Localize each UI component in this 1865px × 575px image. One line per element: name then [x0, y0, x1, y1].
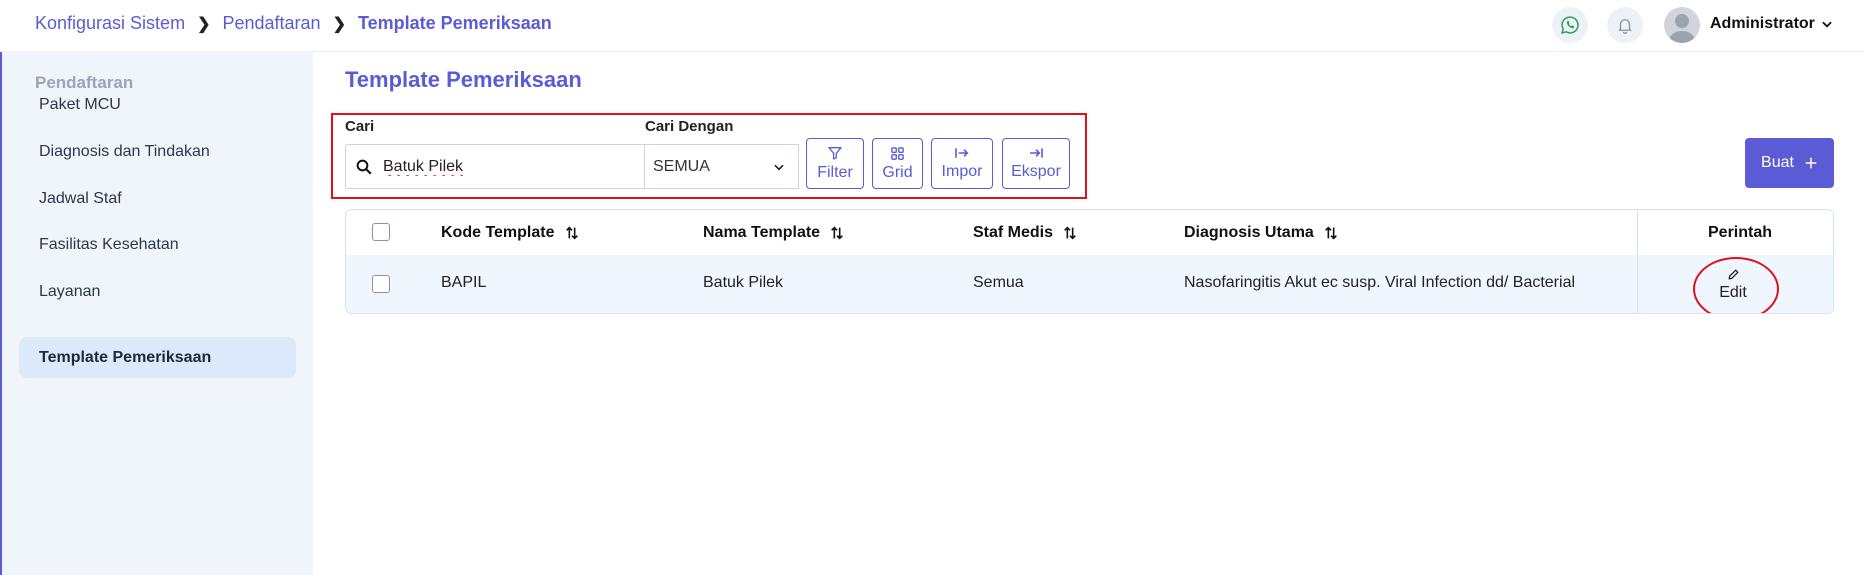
search-by-selected: SEMUA [653, 157, 710, 175]
filter-label: Filter [817, 164, 853, 181]
grid-button[interactable]: Grid [872, 138, 923, 189]
user-name[interactable]: Administrator [1710, 15, 1815, 33]
page-title: Template Pemeriksaan [345, 67, 582, 92]
breadcrumb: Konfigurasi Sistem ❯ Pendaftaran ❯ Templ… [35, 13, 552, 34]
import-icon [954, 146, 970, 160]
filter-icon [827, 145, 843, 161]
search-icon [355, 158, 373, 176]
column-header-perintah: Perintah [1708, 224, 1772, 242]
sort-icon [1063, 225, 1077, 241]
search-field[interactable] [345, 144, 645, 189]
sidebar: Pendaftaran Paket MCU Diagnosis dan Tind… [0, 52, 313, 575]
column-label: Perintah [1708, 224, 1773, 241]
breadcrumb-separator-icon: ❯ [197, 15, 211, 33]
sidebar-item-template-pemeriksaan[interactable]: Template Pemeriksaan [19, 337, 296, 378]
create-button[interactable]: Buat [1745, 138, 1834, 188]
search-label: Cari [345, 118, 375, 135]
export-icon [1028, 146, 1044, 160]
column-label: Nama Template [703, 224, 821, 241]
annotation-circle [1693, 257, 1779, 313]
import-label: Impor [941, 163, 983, 180]
grid-label: Grid [882, 163, 913, 181]
chevron-down-icon [772, 160, 786, 174]
plus-icon [1804, 156, 1818, 170]
avatar[interactable] [1664, 7, 1700, 43]
create-label: Buat [1761, 154, 1794, 171]
breadcrumb-konfigurasi-sistem[interactable]: Konfigurasi Sistem [35, 13, 185, 34]
sidebar-item-jadwal-staf[interactable]: Jadwal Staf [19, 178, 296, 219]
sidebar-item-diagnosis-dan-tindakan[interactable]: Diagnosis dan Tindakan [19, 131, 296, 172]
sidebar-item-layanan[interactable]: Layanan [19, 271, 296, 312]
breadcrumb-separator-icon: ❯ [332, 15, 346, 33]
column-label: Kode Template [441, 224, 555, 241]
column-header-diagnosis-utama[interactable]: Diagnosis Utama [1184, 224, 1338, 242]
filter-button[interactable]: Filter [806, 138, 864, 189]
row-checkbox[interactable] [372, 275, 390, 293]
column-header-kode-template[interactable]: Kode Template [441, 224, 579, 242]
column-header-staf-medis[interactable]: Staf Medis [973, 224, 1077, 242]
sort-icon [1324, 225, 1338, 241]
column-header-nama-template[interactable]: Nama Template [703, 224, 844, 242]
cell-diagnosis-utama: Nasofaringitis Akut ec susp. Viral Infec… [1184, 274, 1576, 291]
column-label: Staf Medis [973, 224, 1054, 241]
table-row[interactable]: BAPIL Batuk Pilek Semua Nasofaringitis A… [346, 255, 1833, 313]
column-divider [1637, 210, 1638, 313]
template-table: Kode Template Nama Template Staf Medis D… [345, 209, 1834, 314]
breadcrumb-pendaftaran[interactable]: Pendaftaran [222, 13, 320, 34]
cell-staf-medis: Semua [973, 274, 1024, 291]
grid-icon [890, 146, 905, 161]
table-header: Kode Template Nama Template Staf Medis D… [346, 210, 1833, 255]
cell-nama-template: Batuk Pilek [703, 274, 784, 291]
cell-kode-template: BAPIL [441, 274, 487, 291]
sidebar-item-fasilitas-kesehatan[interactable]: Fasilitas Kesehatan [19, 224, 296, 265]
sidebar-item-paket-mcu[interactable]: Paket MCU [19, 84, 296, 125]
import-button[interactable]: Impor [931, 138, 993, 189]
top-bar: Konfigurasi Sistem ❯ Pendaftaran ❯ Templ… [0, 0, 1865, 52]
bell-icon[interactable] [1607, 7, 1643, 43]
export-button[interactable]: Ekspor [1002, 138, 1070, 189]
chevron-down-icon[interactable] [1820, 17, 1834, 36]
column-label: Diagnosis Utama [1184, 224, 1314, 241]
search-by-label: Cari Dengan [645, 118, 734, 135]
search-input[interactable] [383, 157, 603, 176]
search-by-select[interactable]: SEMUA [645, 144, 799, 189]
breadcrumb-current: Template Pemeriksaan [357, 13, 552, 33]
whatsapp-icon[interactable] [1552, 7, 1588, 43]
export-label: Ekspor [1011, 163, 1061, 180]
sort-icon [830, 225, 844, 241]
select-all-checkbox[interactable] [372, 223, 390, 241]
sort-icon [565, 225, 579, 241]
